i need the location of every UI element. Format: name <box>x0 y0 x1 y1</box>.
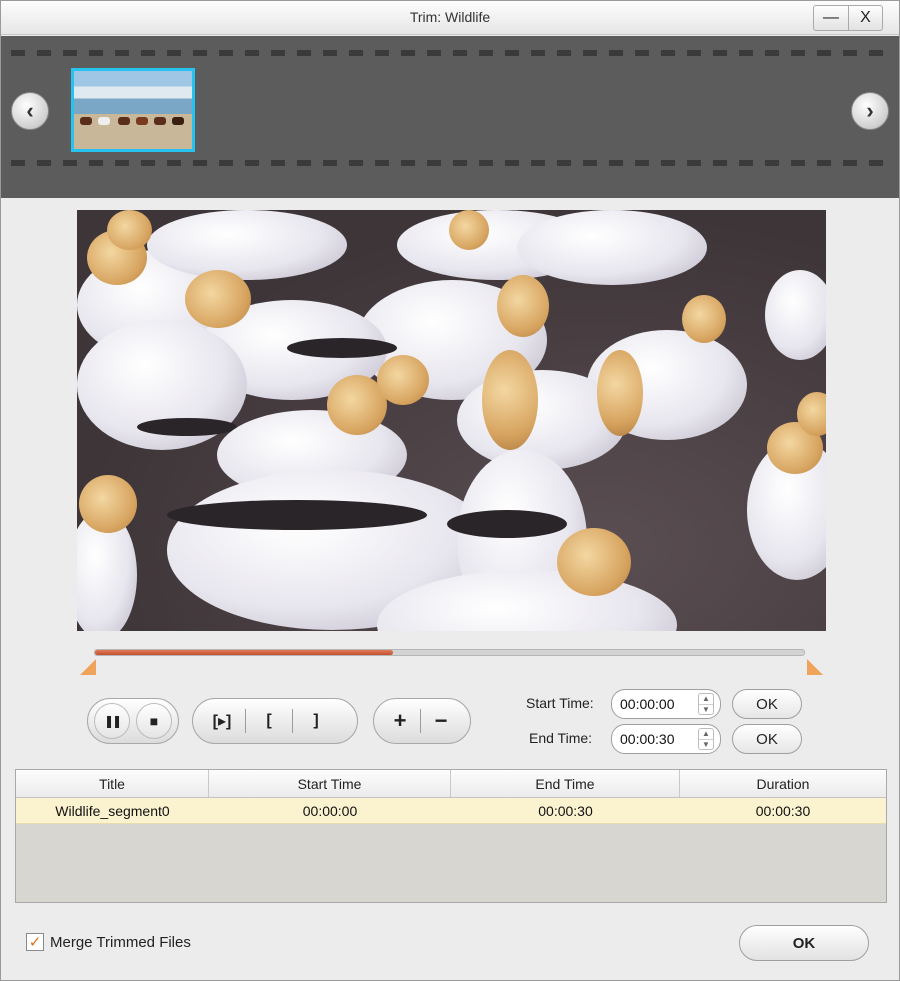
video-gannet <box>765 270 826 360</box>
video-gannet-wing <box>447 510 567 538</box>
set-end-button[interactable]: ] <box>293 704 339 738</box>
play-segment-icon: [▸] <box>212 713 232 730</box>
merge-checkbox[interactable]: ✓ <box>26 933 44 951</box>
add-segment-button[interactable]: + <box>380 704 420 738</box>
video-gannet-head <box>107 210 152 250</box>
video-gannet <box>147 210 347 280</box>
video-gannet-head <box>79 475 137 533</box>
end-time-input[interactable] <box>620 731 696 747</box>
timeline-track[interactable] <box>94 649 805 656</box>
start-time-ok-button[interactable]: OK <box>732 689 802 719</box>
column-header-start-time[interactable]: Start Time <box>209 770 451 797</box>
thumbnail-horse <box>172 117 184 125</box>
trim-end-marker[interactable] <box>807 659 823 675</box>
table-header: Title Start Time End Time Duration <box>16 770 886 798</box>
title-bar: Trim: Wildlife — X <box>1 1 899 35</box>
thumbnail-horse <box>98 117 110 125</box>
end-time-ok-button[interactable]: OK <box>732 724 802 754</box>
close-button[interactable]: X <box>848 6 882 30</box>
playback-controls: ❚❚ ■ <box>87 698 179 744</box>
play-segment-button[interactable]: [▸] <box>199 704 245 738</box>
end-time-label: End Time: <box>529 730 593 746</box>
video-gannet-head <box>482 350 538 450</box>
segment-duration-cell: 00:00:30 <box>755 802 811 819</box>
video-gannet-head <box>185 270 251 328</box>
video-gannet-head <box>377 355 429 405</box>
segments-table: Title Start Time End Time Duration Wildl… <box>15 769 887 903</box>
minimize-button[interactable]: — <box>814 6 848 30</box>
video-gannet <box>517 210 707 285</box>
checkmark-icon: ✓ <box>28 934 42 951</box>
chevron-left-icon: ‹ <box>26 98 34 123</box>
timeline-progress <box>95 650 393 655</box>
table-row[interactable]: Wildlife_segment0 00:00:00 00:00:30 00:0… <box>16 798 886 824</box>
start-time-input[interactable] <box>620 696 696 712</box>
thumbnail-horse <box>136 117 148 125</box>
minus-icon: − <box>434 708 448 733</box>
trim-dialog: Trim: Wildlife — X ‹ › ❚❚ ■ [▸] [] + − … <box>0 0 900 981</box>
video-preview[interactable] <box>77 210 826 631</box>
thumbnail-horse <box>154 117 166 125</box>
segment-title-cell: Wildlife_segment0 <box>55 802 170 819</box>
add-remove-controls: + − <box>373 698 471 744</box>
next-clip-button[interactable]: › <box>851 92 889 130</box>
filmstrip-perforation-bottom <box>11 160 889 166</box>
decrement-icon[interactable]: ▼ <box>699 738 713 750</box>
segment-end-cell: 00:00:30 <box>538 802 593 819</box>
video-gannet-wing <box>167 500 427 530</box>
set-start-button[interactable]: [ <box>246 704 292 738</box>
previous-clip-button[interactable]: ‹ <box>11 92 49 130</box>
segment-controls: [▸] [ ] <box>192 698 358 744</box>
column-header-end-time[interactable]: End Time <box>451 770 680 797</box>
end-time-stepper[interactable]: ▲ ▼ <box>698 728 714 750</box>
remove-segment-button[interactable]: − <box>421 704 461 738</box>
bracket-open-icon: [ <box>266 712 272 729</box>
thumbnail-horse <box>118 117 130 125</box>
video-gannet-head <box>449 210 489 250</box>
video-gannet-wing <box>137 418 237 436</box>
trim-start-marker[interactable] <box>80 659 96 675</box>
bracket-close-icon: ] <box>313 712 319 729</box>
merge-trimmed-files-option[interactable]: ✓ Merge Trimmed Files <box>26 933 191 951</box>
video-gannet-head <box>682 295 726 343</box>
decrement-icon[interactable]: ▼ <box>699 703 713 715</box>
filmstrip: ‹ › <box>1 36 899 198</box>
chevron-right-icon: › <box>866 98 874 123</box>
pause-icon: ❚❚ <box>103 714 122 728</box>
pause-button[interactable]: ❚❚ <box>94 703 130 739</box>
start-time-spinner: ▲ ▼ <box>611 689 721 719</box>
clip-thumbnail[interactable] <box>71 68 195 152</box>
increment-icon[interactable]: ▲ <box>699 729 713 739</box>
window-title: Trim: Wildlife <box>409 9 491 25</box>
video-gannet-head <box>497 275 549 337</box>
video-gannet-head <box>557 528 631 596</box>
video-gannet-head <box>597 350 643 436</box>
merge-label: Merge Trimmed Files <box>50 933 191 951</box>
end-time-spinner: ▲ ▼ <box>611 724 721 754</box>
start-time-stepper[interactable]: ▲ ▼ <box>698 693 714 715</box>
column-header-title[interactable]: Title <box>16 770 209 797</box>
thumbnail-horse <box>80 117 92 125</box>
window-controls: — X <box>813 5 883 31</box>
dialog-ok-button[interactable]: OK <box>739 925 869 961</box>
stop-button[interactable]: ■ <box>136 703 172 739</box>
video-gannet-wing <box>287 338 397 358</box>
segment-start-cell: 00:00:00 <box>302 802 358 819</box>
column-header-duration[interactable]: Duration <box>680 770 886 797</box>
start-time-label: Start Time: <box>526 695 594 711</box>
increment-icon[interactable]: ▲ <box>699 694 713 704</box>
stop-icon: ■ <box>149 713 159 729</box>
plus-icon: + <box>393 708 407 733</box>
filmstrip-perforation-top <box>11 50 889 56</box>
